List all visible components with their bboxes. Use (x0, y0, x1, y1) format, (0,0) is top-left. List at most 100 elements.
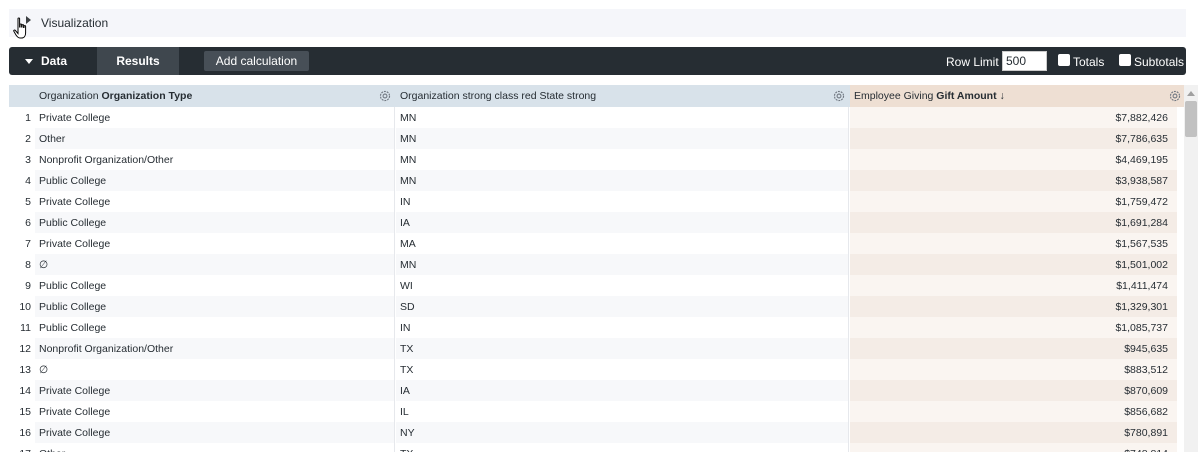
data-toolbar: Data Results Add calculation Row Limit T… (9, 47, 1186, 75)
table-row[interactable]: 1 Private College MN $7,882,426 (9, 107, 1186, 128)
state-cell: MA (396, 233, 849, 254)
vertical-scrollbar[interactable] (1184, 85, 1198, 452)
visualization-bar[interactable] (9, 9, 1186, 37)
gift-amount-cell: $1,411,474 (850, 275, 1177, 296)
row-number: 12 (19, 342, 31, 355)
gift-amount-cell: $780,891 (850, 422, 1177, 443)
state-cell: TX (396, 338, 849, 359)
table-row[interactable]: 9 Public College WI $1,411,474 (9, 275, 1186, 296)
table-row[interactable]: 5 Private College IN $1,759,472 (9, 191, 1186, 212)
gift-amount-cell: $1,085,737 (850, 317, 1177, 338)
gift-amount-cell: $7,882,426 (850, 107, 1177, 128)
scroll-thumb[interactable] (1185, 101, 1197, 137)
state-cell: MN (396, 149, 849, 170)
row-number: 9 (25, 279, 31, 292)
table-row[interactable]: 4 Public College MN $3,938,587 (9, 170, 1186, 191)
organization-type-cell: Private College (35, 401, 395, 422)
gift-amount-cell: $1,691,284 (850, 212, 1177, 233)
totals-label: Totals (1073, 55, 1105, 69)
table-row[interactable]: 8 ∅ MN $1,501,002 (9, 254, 1186, 275)
header-field: Gift Amount ↓ (936, 90, 1005, 102)
scroll-up-arrow-icon[interactable] (1187, 91, 1195, 96)
table-row[interactable]: 13 ∅ TX $883,512 (9, 359, 1186, 380)
header-field: Organization Type (101, 90, 193, 102)
gift-amount-cell: $945,635 (850, 338, 1177, 359)
row-number: 2 (25, 132, 31, 145)
gift-amount-cell: $1,329,301 (850, 296, 1177, 317)
table-row[interactable]: 12 Nonprofit Organization/Other TX $945,635 (9, 338, 1186, 359)
subtotals-checkbox[interactable] (1119, 54, 1131, 66)
gift-amount-cell: $856,682 (850, 401, 1177, 422)
table-row[interactable]: 11 Public College IN $1,085,737 (9, 317, 1186, 338)
column-header-state[interactable]: Organization strong class red State stro… (396, 85, 850, 107)
state-cell: WI (396, 275, 849, 296)
row-number: 5 (25, 195, 31, 208)
organization-type-cell: Other (35, 128, 395, 149)
state-cell: IL (396, 401, 849, 422)
row-number: 3 (25, 153, 31, 166)
gear-icon[interactable] (832, 89, 846, 103)
gear-icon[interactable] (378, 89, 392, 103)
caret-down-icon (25, 58, 33, 64)
table-row[interactable]: 6 Public College IA $1,691,284 (9, 212, 1186, 233)
state-cell: TX (396, 443, 849, 452)
table-row[interactable]: 15 Private College IL $856,682 (9, 401, 1186, 422)
row-number: 7 (25, 237, 31, 250)
gift-amount-cell: $1,759,472 (850, 191, 1177, 212)
table-row[interactable]: 2 Other MN $7,786,635 (9, 128, 1186, 149)
row-number: 13 (19, 363, 31, 376)
organization-type-cell: Public College (35, 212, 395, 233)
column-header-organization-type[interactable]: Organization Organization Type (35, 85, 396, 107)
results-table: Organization Organization Type Organizat… (9, 85, 1186, 452)
tab-results[interactable]: Results (97, 47, 179, 75)
organization-type-cell: Private College (35, 191, 395, 212)
state-cell: MN (396, 254, 849, 275)
row-number: 6 (25, 216, 31, 229)
table-row[interactable]: 7 Private College MA $1,567,535 (9, 233, 1186, 254)
organization-type-cell: ∅ (35, 359, 395, 380)
table-row[interactable]: 16 Private College NY $780,891 (9, 422, 1186, 443)
table-row[interactable]: 3 Nonprofit Organization/Other MN $4,469,19… (9, 149, 1186, 170)
state-cell: NY (396, 422, 849, 443)
row-number: 14 (19, 384, 31, 397)
row-limit-input[interactable] (1002, 51, 1047, 71)
organization-type-cell: Nonprofit Organization/Other (35, 338, 395, 359)
totals-checkbox[interactable] (1058, 54, 1070, 66)
table-row[interactable]: 17OtherTX$748,814 (9, 443, 1186, 452)
organization-type-cell: Private College (35, 233, 395, 254)
state-cell: IN (396, 317, 849, 338)
tab-data[interactable]: Data (9, 47, 97, 75)
organization-type-cell: Public College (35, 275, 395, 296)
table-row[interactable]: 14 Private College IA $870,609 (9, 380, 1186, 401)
visualization-label[interactable]: Visualization (41, 16, 108, 30)
organization-type-cell: Public College (35, 296, 395, 317)
state-cell: MN (396, 170, 849, 191)
row-limit-label: Row Limit (946, 55, 999, 69)
row-number: 15 (19, 405, 31, 418)
column-header-gift-amount[interactable]: Employee Giving Gift Amount ↓ (850, 85, 1186, 107)
state-cell: TX (396, 359, 849, 380)
gear-icon[interactable] (1168, 89, 1182, 103)
add-calculation-button[interactable]: Add calculation (204, 51, 309, 71)
row-number: 4 (25, 174, 31, 187)
header-prefix: Employee Giving (854, 90, 934, 102)
table-row[interactable]: 10 Public College SD $1,329,301 (9, 296, 1186, 317)
organization-type-cell: ∅ (35, 254, 395, 275)
row-number: 11 (20, 321, 31, 334)
tab-results-label: Results (116, 54, 160, 68)
gift-amount-cell: $883,512 (850, 359, 1177, 380)
gift-amount-cell: $1,567,535 (850, 233, 1177, 254)
row-number: 8 (25, 258, 31, 271)
organization-type-cell: Public College (35, 170, 395, 191)
state-cell: IA (396, 380, 849, 401)
organization-type-cell: Private College (35, 107, 395, 128)
gift-amount-cell: $870,609 (850, 380, 1177, 401)
organization-type-cell: Nonprofit Organization/Other (35, 149, 395, 170)
subtotals-label: Subtotals (1134, 55, 1185, 69)
gift-amount-cell: $1,501,002 (850, 254, 1177, 275)
row-number: 17 (9, 443, 35, 452)
organization-type-cell: Private College (35, 422, 395, 443)
state-cell: MN (396, 128, 849, 149)
state-cell: SD (396, 296, 849, 317)
gift-amount-cell: $7,786,635 (850, 128, 1177, 149)
